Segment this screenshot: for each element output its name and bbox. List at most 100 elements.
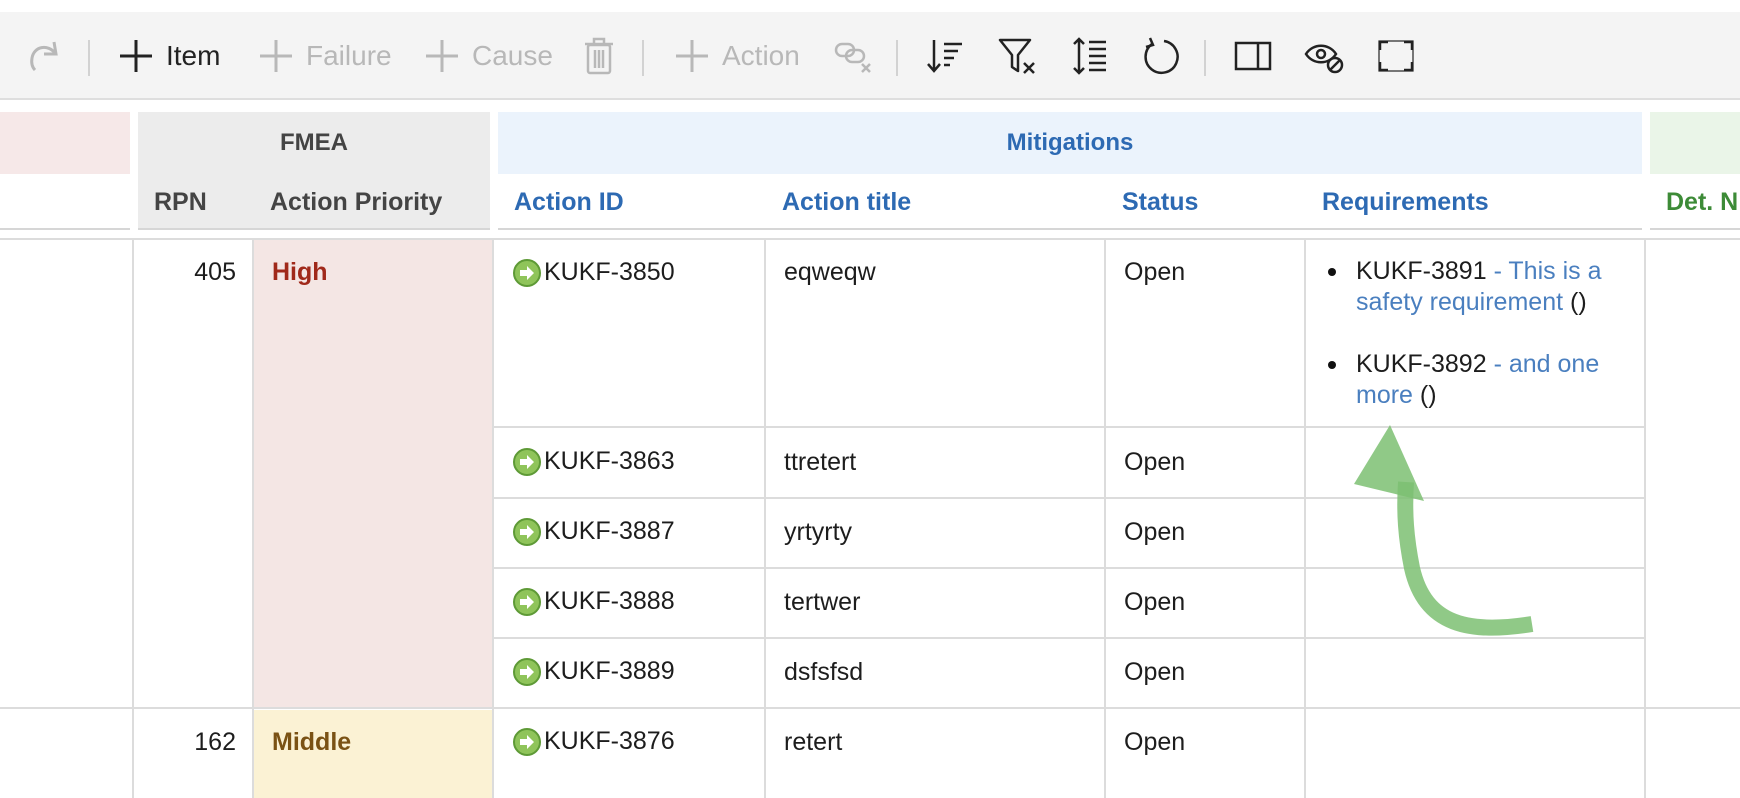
header-underline — [498, 228, 1642, 230]
requirement-suffix: () — [1570, 288, 1587, 316]
column-divider — [252, 238, 254, 798]
add-cause-button[interactable]: Cause — [424, 12, 553, 100]
add-item-button[interactable]: Item — [118, 12, 220, 100]
plus-icon — [676, 40, 708, 72]
header-underline — [0, 228, 130, 230]
toolbar-separator — [642, 40, 644, 76]
unlink-button[interactable] — [834, 12, 874, 100]
requirements-cell[interactable]: KUKF-3891 - This is a safety requirement… — [1322, 256, 1632, 442]
clear-filter-button[interactable] — [998, 12, 1038, 100]
column-header-requirements[interactable]: Requirements — [1322, 174, 1489, 230]
eye-hidden-icon — [1304, 44, 1344, 74]
action-title-cell[interactable]: yrtyrty — [784, 517, 852, 548]
status-cell[interactable]: Open — [1124, 727, 1185, 758]
toolbar-separator — [896, 40, 898, 76]
column-divider — [132, 238, 134, 798]
rpn-value: 405 — [194, 258, 236, 286]
column-divider — [764, 238, 766, 798]
priority-high-bg — [254, 240, 492, 708]
action-title-cell[interactable]: eqweqw — [784, 257, 876, 288]
column-divider — [1644, 238, 1646, 798]
toolbar: Item Failure Cause Action — [0, 12, 1740, 100]
fmea-group-header: FMEA — [138, 112, 490, 174]
action-id-cell[interactable]: KUKF-3887 — [512, 516, 675, 547]
add-item-label: Item — [166, 40, 221, 71]
header-underline — [1650, 228, 1740, 230]
action-id-cell[interactable]: KUKF-3889 — [512, 656, 675, 687]
requirement-id: KUKF-3891 — [1356, 257, 1487, 285]
action-id-label: KUKF-3889 — [544, 657, 675, 685]
action-id-label: KUKF-3876 — [544, 727, 675, 755]
requirement-item[interactable]: KUKF-3892 - and one more () — [1322, 349, 1632, 411]
column-header-action-title[interactable]: Action title — [782, 174, 911, 230]
refresh-icon — [1144, 37, 1179, 75]
status-cell[interactable]: Open — [1124, 257, 1185, 288]
action-title-cell[interactable]: retert — [784, 727, 842, 758]
navigate-arrow-icon — [513, 587, 541, 616]
action-title-cell[interactable]: dsfsfsd — [784, 657, 863, 688]
status-cell[interactable]: Open — [1124, 447, 1185, 478]
toolbar-separator — [1204, 40, 1206, 76]
annotation-arrow — [1354, 425, 1534, 636]
column-header-det[interactable]: Det. N — [1666, 174, 1738, 230]
toolbar-separator — [88, 40, 90, 76]
redo-button[interactable] — [26, 12, 60, 100]
action-title-cell[interactable]: ttretert — [784, 447, 856, 478]
fullscreen-button[interactable] — [1378, 12, 1414, 100]
rpn-value: 162 — [194, 728, 236, 756]
plus-icon — [120, 40, 152, 72]
status-cell[interactable]: Open — [1124, 517, 1185, 548]
navigate-arrow-icon — [513, 258, 541, 287]
refresh-button[interactable] — [1142, 12, 1180, 100]
requirement-suffix: () — [1419, 381, 1437, 409]
requirement-id: KUKF-3892 — [1356, 350, 1487, 378]
trash-icon — [585, 37, 613, 75]
action-id-label: KUKF-3850 — [544, 258, 675, 286]
status-cell[interactable]: Open — [1124, 587, 1185, 618]
delete-button[interactable] — [584, 12, 614, 100]
action-id-label: KUKF-3888 — [544, 587, 675, 615]
action-title-cell[interactable]: tertwer — [784, 587, 860, 618]
add-failure-button[interactable]: Failure — [258, 12, 392, 100]
row-divider — [0, 238, 1740, 240]
action-id-cell[interactable]: KUKF-3876 — [512, 726, 675, 757]
column-header-rpn[interactable]: RPN — [154, 174, 207, 230]
navigate-arrow-icon — [513, 447, 541, 476]
navigate-arrow-icon — [513, 517, 541, 546]
previous-group-header — [0, 112, 130, 174]
action-id-cell[interactable]: KUKF-3850 — [512, 257, 675, 288]
column-header-action-id[interactable]: Action ID — [514, 174, 624, 230]
plus-icon — [426, 40, 458, 72]
toggle-panel-button[interactable] — [1234, 12, 1272, 100]
hide-columns-button[interactable] — [1304, 12, 1344, 100]
fullscreen-icon — [1378, 40, 1414, 72]
filter-clear-icon — [998, 38, 1035, 74]
add-action-label: Action — [722, 40, 800, 71]
row-height-icon — [1073, 37, 1106, 75]
mitigations-group-header: Mitigations — [498, 112, 1642, 174]
column-header-status[interactable]: Status — [1122, 174, 1198, 230]
next-group-header — [1650, 112, 1740, 174]
action-id-cell[interactable]: KUKF-3888 — [512, 586, 675, 617]
redo-icon — [30, 41, 58, 72]
side-panel-icon — [1234, 41, 1272, 71]
column-divider — [1104, 238, 1106, 798]
priority-middle-label: Middle — [272, 728, 352, 756]
add-cause-label: Cause — [472, 40, 553, 71]
priority-high-label: High — [272, 258, 328, 286]
column-divider — [1304, 238, 1306, 798]
row-height-button[interactable] — [1072, 12, 1108, 100]
column-header-action-priority[interactable]: Action Priority — [270, 174, 442, 230]
column-divider — [492, 238, 494, 798]
status-cell[interactable]: Open — [1124, 657, 1185, 688]
add-failure-label: Failure — [306, 40, 392, 71]
plus-icon — [260, 40, 292, 72]
action-id-cell[interactable]: KUKF-3863 — [512, 446, 675, 477]
row-divider — [0, 707, 1740, 709]
navigate-arrow-icon — [513, 657, 541, 686]
requirement-item[interactable]: KUKF-3891 - This is a safety requirement… — [1322, 256, 1632, 318]
sort-button[interactable] — [926, 12, 964, 100]
sort-icon — [927, 40, 962, 73]
add-action-button[interactable]: Action — [674, 12, 800, 100]
navigate-arrow-icon — [513, 727, 541, 756]
